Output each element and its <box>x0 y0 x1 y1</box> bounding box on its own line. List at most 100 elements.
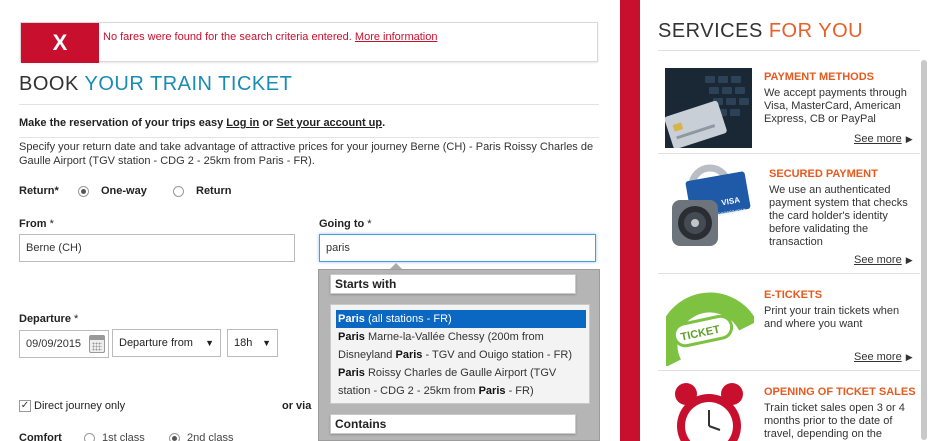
triangle-right-icon: ▶ <box>905 255 913 265</box>
autocomplete-dropdown: Starts with Paris (all stations - FR) Pa… <box>318 269 600 441</box>
calendar-icon[interactable] <box>89 335 105 353</box>
departure-label-text: Departure <box>19 313 71 325</box>
departure-label-req: * <box>74 313 79 325</box>
option-rest: (all stations - FR) <box>364 313 452 325</box>
triangle-right-icon: ▶ <box>905 352 913 362</box>
credit-card-keyboard-image <box>664 68 752 149</box>
departure-hour-select[interactable]: 18h ▼ <box>227 329 278 357</box>
autocomplete-option-paris-all[interactable]: Paris (all stations - FR) <box>336 310 586 328</box>
option-bold: Paris <box>338 331 365 343</box>
contains-header: Contains <box>330 414 576 434</box>
padlock-card-image: VISA 5969683401# <box>662 164 758 256</box>
option-bold: Paris <box>478 385 506 397</box>
autocomplete-list: Paris (all stations - FR) Paris Marne-la… <box>330 304 590 404</box>
divider <box>658 273 920 274</box>
services-title: SERVICES FOR YOU <box>658 20 863 43</box>
secured-see-more-link[interactable]: See more ▶ <box>854 254 913 266</box>
error-alert: X No fares were found for the search cri… <box>20 22 598 63</box>
option-bold: Paris <box>338 367 365 379</box>
first-class-label[interactable]: 1st class <box>102 432 145 441</box>
opening-ticket-sales-text: Train ticket sales open 3 or 4 months pr… <box>764 402 905 440</box>
page-title-highlight: YOUR TRAIN TICKET <box>84 73 293 95</box>
e-tickets-title: E-TICKETS <box>764 289 823 301</box>
comfort-label: Comfort <box>19 432 62 441</box>
error-message: No fares were found for the search crite… <box>103 31 437 43</box>
second-class-radio[interactable] <box>169 433 180 441</box>
see-more-text: See more <box>854 254 902 266</box>
going-to-input[interactable]: paris <box>319 234 596 262</box>
option-bold: Paris <box>395 349 423 361</box>
autocomplete-option-roissy-cont[interactable]: station - CDG 2 - 25km from Paris - FR) <box>336 382 586 400</box>
see-more-text: See more <box>854 133 902 145</box>
option-rest: Roissy Charles de Gaulle Airport (TGV <box>364 367 557 379</box>
more-information-link[interactable]: More information <box>355 31 438 43</box>
departure-mode-select[interactable]: Departure from ▼ <box>112 329 221 357</box>
autocomplete-option-marne-cont[interactable]: Disneyland Paris - TGV and Ouigo station… <box>336 346 586 364</box>
or-via-label: or via <box>282 400 312 412</box>
alarm-clock-image <box>666 380 754 441</box>
divider <box>19 104 599 105</box>
return-radio[interactable] <box>173 186 184 197</box>
intro-end: . <box>382 117 386 129</box>
departure-label: Departure * <box>19 313 78 325</box>
payment-methods-title: PAYMENT METHODS <box>764 71 875 83</box>
intro-sentence: Make the reservation of your trips easy <box>19 117 224 129</box>
going-to-label-text: Going to <box>319 218 365 230</box>
option-pre: Disneyland <box>338 349 396 361</box>
return-label-req: * <box>54 185 59 197</box>
direct-journey-label[interactable]: Direct journey only <box>34 400 125 412</box>
return-radio-label[interactable]: Return <box>196 185 231 197</box>
secured-payment-title: SECURED PAYMENT <box>769 168 878 180</box>
going-to-label-req: * <box>367 218 372 230</box>
journey-description: Specify your return date and take advant… <box>19 141 594 167</box>
intro-text: Make the reservation of your trips easy … <box>19 117 385 129</box>
payment-see-more-link[interactable]: See more ▶ <box>854 133 913 145</box>
option-rest: - FR) <box>505 385 534 397</box>
option-bold: Paris <box>338 313 365 325</box>
one-way-label[interactable]: One-way <box>101 185 147 197</box>
divider <box>19 137 599 138</box>
services-panel: SERVICES FOR YOU PAYMENT METHODS We acce… <box>640 0 928 441</box>
red-divider-bar <box>620 0 640 441</box>
first-class-radio[interactable] <box>84 433 95 441</box>
booking-panel: X No fares were found for the search cri… <box>0 0 620 441</box>
see-more-text: See more <box>854 351 902 363</box>
page-title-prefix: BOOK <box>19 73 79 95</box>
e-tickets-text: Print your train tickets when and where … <box>764 305 900 330</box>
return-label: Return* <box>19 185 59 197</box>
option-rest: Marne-la-Vallée Chessy (200m from <box>364 331 544 343</box>
set-account-link[interactable]: Set your account up <box>276 117 382 129</box>
option-pre: station - CDG 2 - 25km from <box>338 385 479 397</box>
chevron-down-icon: ▼ <box>205 338 214 348</box>
second-class-label[interactable]: 2nd class <box>187 432 233 441</box>
option-rest: - TGV and Ouigo station - FR) <box>422 349 572 361</box>
autocomplete-option-roissy[interactable]: Paris Roissy Charles de Gaulle Airport (… <box>336 364 586 382</box>
error-close-icon[interactable]: X <box>21 23 99 63</box>
direct-journey-checkbox[interactable]: ✓ <box>19 400 31 412</box>
from-input[interactable]: Berne (CH) <box>19 234 295 262</box>
divider <box>658 50 920 51</box>
return-label-text: Return <box>19 185 55 197</box>
page-title: BOOK YOUR TRAIN TICKET <box>19 73 292 96</box>
login-link[interactable]: Log in <box>226 117 259 129</box>
error-message-text: No fares were found for the search crite… <box>103 31 352 43</box>
e-tickets-see-more-link[interactable]: See more ▶ <box>854 351 913 363</box>
secured-payment-text: We use an authenticated payment system t… <box>769 184 908 248</box>
scrollbar-thumb[interactable] <box>921 60 927 440</box>
services-title-a: SERVICES <box>658 20 763 42</box>
from-label: From * <box>19 218 54 230</box>
chevron-down-icon: ▼ <box>262 338 271 348</box>
from-label-req: * <box>49 218 54 230</box>
going-to-label: Going to * <box>319 218 372 230</box>
starts-with-header: Starts with <box>330 274 576 294</box>
one-way-radio[interactable] <box>78 186 89 197</box>
divider <box>658 153 920 154</box>
departure-hour-value: 18h <box>234 337 253 349</box>
departure-mode-value: Departure from <box>119 337 193 349</box>
divider <box>658 370 920 371</box>
services-title-b: FOR YOU <box>768 20 864 42</box>
e-ticket-image: TICKET <box>657 286 757 369</box>
autocomplete-option-marne[interactable]: Paris Marne-la-Vallée Chessy (200m from <box>336 328 586 346</box>
triangle-right-icon: ▶ <box>905 134 913 144</box>
from-label-text: From <box>19 218 47 230</box>
